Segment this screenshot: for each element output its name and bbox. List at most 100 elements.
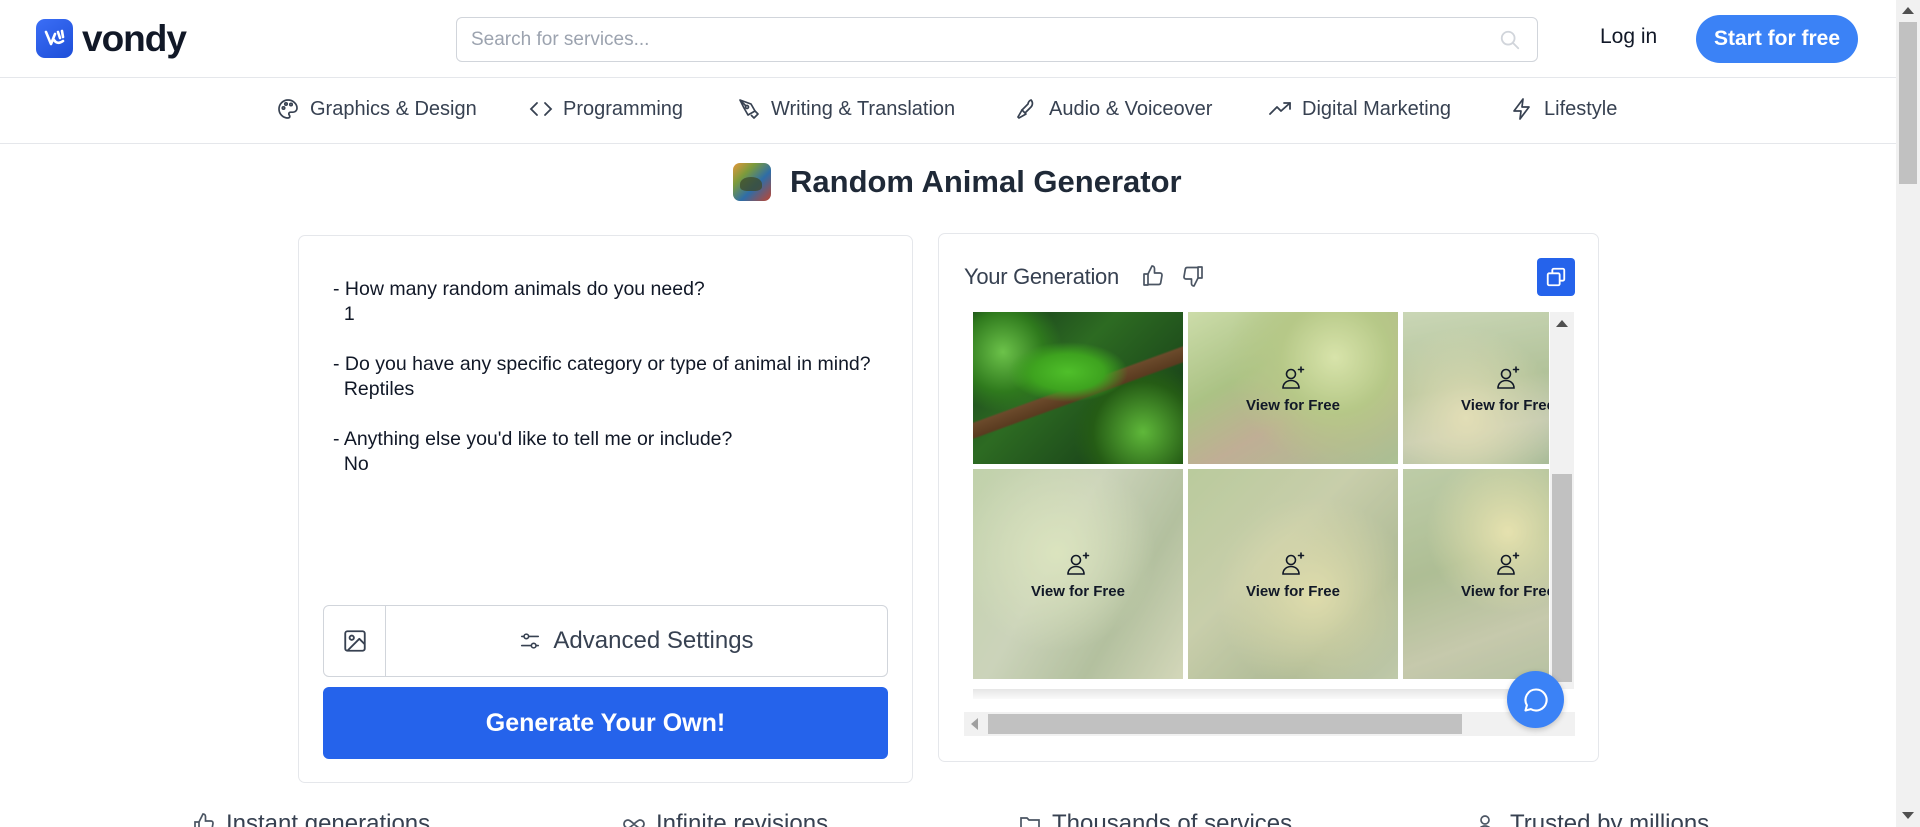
- advanced-settings-label: Advanced Settings: [553, 627, 754, 654]
- prompt-line: 1: [333, 303, 355, 325]
- palette-icon: [278, 99, 298, 119]
- category-label: Programming: [563, 97, 684, 120]
- feature-infinite-revisions: Infinite revisions: [622, 810, 828, 827]
- trending-up-icon: [1269, 102, 1291, 115]
- scroll-up-arrow-icon[interactable]: [1556, 320, 1568, 327]
- add-user-icon: [1282, 365, 1305, 389]
- view-for-free-label: View for Free: [1461, 396, 1549, 414]
- category-digital-marketing[interactable]: Digital Marketing: [1268, 97, 1451, 121]
- add-user-icon: [1282, 551, 1305, 575]
- chat-button[interactable]: [1507, 671, 1564, 728]
- feature-label: Instant generations: [226, 810, 431, 827]
- thumbs-down-icon[interactable]: [1181, 264, 1205, 288]
- view-for-free-label: View for Free: [1461, 582, 1549, 600]
- image-icon: [343, 630, 366, 652]
- grid-horizontal-scrollbar[interactable]: [964, 712, 1575, 736]
- page-title: Random Animal Generator: [790, 164, 1182, 199]
- prompt-line: Reptiles: [333, 378, 415, 400]
- thumbs-up-icon: [194, 813, 214, 827]
- locked-result-tile[interactable]: View for Free: [1188, 469, 1398, 679]
- scroll-left-arrow-icon[interactable]: [971, 718, 978, 730]
- view-for-free-overlay[interactable]: View for Free: [1403, 469, 1549, 679]
- search-bar[interactable]: [456, 17, 1538, 62]
- search-icon[interactable]: [1499, 29, 1521, 51]
- thumbs-up-icon[interactable]: [1141, 264, 1165, 288]
- generation-grid[interactable]: View for Free View for Free View for Fre…: [973, 312, 1549, 689]
- feature-instant-generations: Instant generations: [192, 810, 430, 827]
- start-for-free-button[interactable]: Start for free: [1696, 15, 1858, 63]
- prompt-line: - How many random animals do you need?: [333, 278, 705, 300]
- generation-panel: Your Generation View for Free View for F…: [938, 233, 1599, 762]
- generator-title-row: Random Animal Generator: [733, 163, 1182, 201]
- prompt-panel: - How many random animals do you need? 1…: [298, 235, 913, 783]
- chat-bubble-icon: [1523, 687, 1548, 712]
- category-graphics-design[interactable]: Graphics & Design: [276, 97, 477, 121]
- view-for-free-overlay[interactable]: View for Free: [1188, 312, 1398, 464]
- page-scroll-down-arrow-icon[interactable]: [1902, 812, 1914, 819]
- code-icon: [529, 102, 553, 116]
- locked-result-tile[interactable]: View for Free: [973, 469, 1183, 679]
- view-for-free-overlay[interactable]: View for Free: [1188, 469, 1398, 679]
- add-user-icon: [1497, 365, 1520, 389]
- prompt-line: [333, 402, 873, 427]
- grid-horizontal-scroll-thumb[interactable]: [988, 714, 1462, 734]
- category-label: Lifestyle: [1544, 97, 1618, 120]
- view-for-free-overlay[interactable]: View for Free: [1403, 312, 1549, 464]
- grid-vertical-scroll-thumb[interactable]: [1552, 474, 1572, 682]
- prompt-line: [333, 327, 873, 352]
- prompt-line: - Anything else you'd like to tell me or…: [333, 428, 733, 450]
- category-label: Audio & Voiceover: [1049, 97, 1213, 120]
- category-label: Digital Marketing: [1302, 97, 1451, 120]
- prompt-text[interactable]: - How many random animals do you need? 1…: [333, 277, 873, 477]
- users-icon: [1479, 815, 1491, 827]
- locked-result-tile[interactable]: View for Free: [1188, 312, 1398, 464]
- lightning-icon: [1513, 98, 1530, 120]
- login-link[interactable]: Log in: [1600, 25, 1657, 49]
- copy-button[interactable]: [1537, 258, 1575, 296]
- category-audio-voiceover[interactable]: Audio & Voiceover: [1015, 97, 1212, 121]
- feature-label: Infinite revisions: [656, 810, 829, 827]
- advanced-settings-bar: Advanced Settings: [323, 605, 888, 677]
- page-scrollbar[interactable]: [1896, 0, 1920, 827]
- feature-label: Trusted by millions: [1510, 810, 1710, 827]
- category-programming[interactable]: Programming: [529, 97, 683, 121]
- locked-result-tile[interactable]: View for Free: [1403, 312, 1549, 464]
- image-upload-button[interactable]: [324, 606, 386, 676]
- generator-thumbnail: [733, 163, 771, 201]
- grid-bottom-edge: [973, 689, 1549, 699]
- prompt-line: No: [333, 453, 369, 475]
- microphone-icon: [1016, 98, 1034, 120]
- feature-trusted-by-millions: Trusted by millions: [1476, 810, 1709, 827]
- brand-name: vondy: [82, 18, 187, 59]
- locked-result-tile[interactable]: View for Free: [1403, 469, 1549, 679]
- add-user-icon: [1067, 551, 1090, 575]
- view-for-free-label: View for Free: [1031, 582, 1125, 600]
- copy-icon: [1546, 267, 1566, 287]
- add-user-icon: [1497, 551, 1520, 575]
- pen-nib-icon: [739, 99, 759, 119]
- category-lifestyle[interactable]: Lifestyle: [1510, 97, 1617, 121]
- brand-logo[interactable]: vondy: [36, 18, 187, 59]
- page-scroll-thumb[interactable]: [1899, 22, 1917, 184]
- view-for-free-label: View for Free: [1246, 582, 1340, 600]
- search-input[interactable]: [471, 18, 1471, 61]
- category-label: Graphics & Design: [310, 97, 477, 120]
- feature-thousands-of-services: Thousands of services: [1018, 810, 1292, 827]
- category-nav: Graphics & Design Programming Writing & …: [0, 79, 1896, 144]
- sliders-icon: [521, 633, 540, 649]
- advanced-settings-button[interactable]: Advanced Settings: [386, 606, 887, 676]
- prompt-line: - Do you have any specific category or t…: [333, 353, 871, 375]
- generate-button[interactable]: Generate Your Own!: [323, 687, 888, 759]
- vondy-logo-icon: [36, 19, 73, 58]
- view-for-free-overlay[interactable]: View for Free: [973, 469, 1183, 679]
- infinity-icon: [623, 819, 645, 827]
- view-for-free-label: View for Free: [1246, 396, 1340, 414]
- feature-label: Thousands of services: [1052, 810, 1293, 827]
- folders-icon: [1020, 817, 1040, 827]
- category-label: Writing & Translation: [771, 97, 956, 120]
- generated-image[interactable]: [973, 312, 1183, 464]
- page-scroll-up-arrow-icon[interactable]: [1902, 7, 1914, 14]
- category-writing-translation[interactable]: Writing & Translation: [737, 97, 955, 121]
- generation-title: Your Generation: [964, 264, 1119, 289]
- grid-vertical-scrollbar[interactable]: [1550, 312, 1574, 689]
